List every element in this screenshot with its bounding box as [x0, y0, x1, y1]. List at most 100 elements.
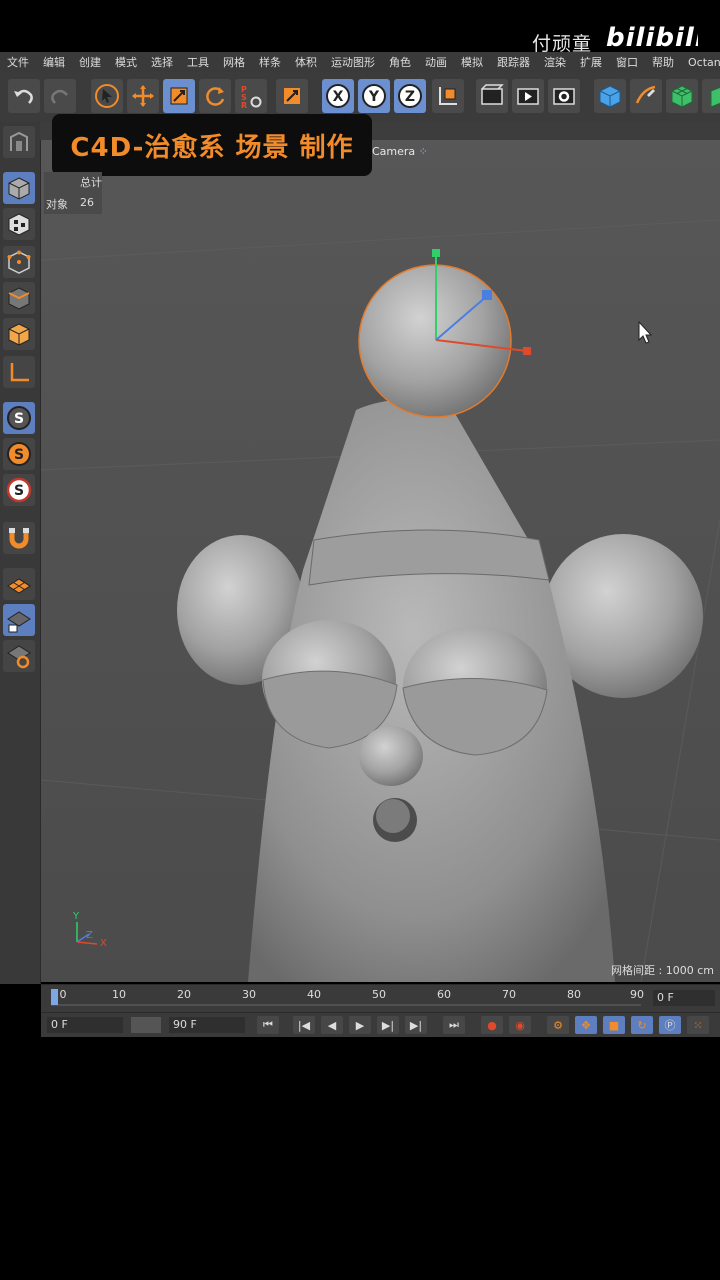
- solo-icon: S: [7, 406, 31, 430]
- menu-tools[interactable]: 工具: [180, 54, 216, 70]
- model-mode-button[interactable]: [3, 172, 35, 204]
- move-icon: [132, 85, 154, 107]
- menu-octane[interactable]: Octane: [681, 56, 720, 69]
- menu-file[interactable]: 文件: [0, 54, 36, 70]
- menu-spline[interactable]: 样条: [252, 54, 288, 70]
- locked-workplane-button[interactable]: [3, 604, 35, 636]
- menu-mesh[interactable]: 网格: [216, 54, 252, 70]
- menu-window[interactable]: 窗口: [609, 54, 645, 70]
- menu-animate[interactable]: 动画: [418, 54, 454, 70]
- pen-spline-button[interactable]: [630, 79, 662, 113]
- move-key-icon: ✥: [581, 1018, 591, 1032]
- pla-key-button[interactable]: ⁙: [687, 1016, 709, 1034]
- edges-mode-button[interactable]: [3, 282, 35, 314]
- keyframe-settings-button[interactable]: ⚙: [547, 1016, 569, 1034]
- render-view-button[interactable]: [476, 79, 508, 113]
- play-button[interactable]: ▶: [349, 1016, 371, 1034]
- subdivision-button[interactable]: [666, 79, 698, 113]
- stats-header: 总计: [80, 176, 102, 189]
- axis-mode-button[interactable]: [3, 356, 35, 388]
- points-mode-button[interactable]: [3, 246, 35, 278]
- psr-icon: PSR: [241, 85, 262, 109]
- x-axis-lock-button[interactable]: X: [322, 79, 354, 113]
- cube-object-button[interactable]: [594, 79, 626, 113]
- axis-label-y: Y: [73, 911, 80, 922]
- render-picture-viewer-icon: [517, 88, 539, 105]
- undo-icon: [14, 89, 33, 104]
- menu-mograph[interactable]: 运动图形: [324, 54, 382, 70]
- next-frame-button[interactable]: ▶|: [377, 1016, 399, 1034]
- video-title-text: C4D-治愈系 场景 制作: [70, 132, 354, 163]
- edges-mode-icon: [8, 287, 30, 310]
- last-tool-button[interactable]: [276, 79, 308, 113]
- go-to-start-button[interactable]: ⏮: [257, 1016, 279, 1034]
- svg-text:R: R: [241, 101, 247, 109]
- model-mode-icon: [8, 177, 30, 200]
- undo-button[interactable]: [8, 79, 40, 113]
- prev-frame-icon: ◀: [327, 1018, 337, 1032]
- polygons-mode-button[interactable]: [3, 318, 35, 350]
- start-frame-field[interactable]: 0 F: [47, 1017, 123, 1033]
- end-frame-field[interactable]: 90 F: [169, 1017, 245, 1033]
- next-key-button[interactable]: ▶|: [405, 1016, 427, 1034]
- menu-simulate[interactable]: 模拟: [454, 54, 490, 70]
- make-editable-button[interactable]: [3, 126, 35, 158]
- texture-mode-button[interactable]: [3, 208, 35, 240]
- z-axis-lock-button[interactable]: Z: [394, 79, 426, 113]
- timeline-range-slider[interactable]: [131, 1017, 161, 1033]
- menu-render[interactable]: 渲染: [537, 54, 573, 70]
- locked-workplane-icon: [7, 611, 31, 633]
- render-settings-button[interactable]: [548, 79, 580, 113]
- go-to-end-button[interactable]: ⏭: [443, 1016, 465, 1034]
- timeline-ruler[interactable]: 0 10 20 30 40 50 60 70 80 90 0 F: [41, 984, 720, 1013]
- timeline-tick: 60: [437, 988, 451, 1001]
- prev-frame-button[interactable]: ◀: [321, 1016, 343, 1034]
- menu-help[interactable]: 帮助: [645, 54, 681, 70]
- prev-key-button[interactable]: |◀: [293, 1016, 315, 1034]
- render-view-icon: [481, 84, 504, 105]
- record-button[interactable]: ●: [481, 1016, 503, 1034]
- menu-tracker[interactable]: 跟踪器: [490, 54, 537, 70]
- psr-button[interactable]: PSR: [235, 79, 267, 113]
- select-tool-button[interactable]: [91, 79, 123, 113]
- timeline-tick: 0: [59, 988, 67, 1001]
- rotate-key-button[interactable]: ↻: [631, 1016, 653, 1034]
- menu-edit[interactable]: 编辑: [36, 54, 72, 70]
- menu-mode[interactable]: 模式: [108, 54, 144, 70]
- menu-volume[interactable]: 体积: [288, 54, 324, 70]
- move-tool-button[interactable]: [127, 79, 159, 113]
- keyframe-settings-icon: ⚙: [553, 1018, 563, 1032]
- extrude-button[interactable]: [702, 79, 720, 113]
- autokey-button[interactable]: ◉: [509, 1016, 531, 1034]
- menu-select[interactable]: 选择: [144, 54, 180, 70]
- menu-create[interactable]: 创建: [72, 54, 108, 70]
- solo-button[interactable]: S: [3, 402, 35, 434]
- render-picture-viewer-button[interactable]: [512, 79, 544, 113]
- coordinate-system-button[interactable]: [432, 79, 464, 113]
- solo-off-button[interactable]: S: [3, 474, 35, 506]
- solo-hierarchy-icon: S: [7, 442, 31, 466]
- menu-extensions[interactable]: 扩展: [573, 54, 609, 70]
- snap-button[interactable]: [3, 522, 35, 554]
- extrude-icon: [710, 86, 720, 108]
- workplane-rotate-button[interactable]: [3, 640, 35, 672]
- viewport-stats: 总计 对象 26: [44, 172, 102, 214]
- coordinate-system-icon: [439, 87, 457, 105]
- scale-tool-button[interactable]: [163, 79, 195, 113]
- menu-character[interactable]: 角色: [382, 54, 418, 70]
- next-key-icon: ▶|: [409, 1018, 423, 1032]
- redo-button[interactable]: [44, 79, 76, 113]
- autokey-icon: ◉: [515, 1018, 525, 1032]
- param-key-button[interactable]: Ⓟ: [659, 1016, 681, 1034]
- solo-hierarchy-button[interactable]: S: [3, 438, 35, 470]
- svg-text:X: X: [333, 89, 344, 105]
- current-frame-field[interactable]: 0 F: [653, 990, 715, 1006]
- rotate-tool-button[interactable]: [199, 79, 231, 113]
- camera-label[interactable]: Camera ⁘: [372, 145, 428, 158]
- move-key-button[interactable]: ✥: [575, 1016, 597, 1034]
- perspective-viewport[interactable]: [41, 140, 720, 982]
- scale-key-button[interactable]: ■: [603, 1016, 625, 1034]
- record-icon: ●: [487, 1018, 497, 1032]
- workplane-button[interactable]: [3, 568, 35, 600]
- y-axis-lock-button[interactable]: Y: [358, 79, 390, 113]
